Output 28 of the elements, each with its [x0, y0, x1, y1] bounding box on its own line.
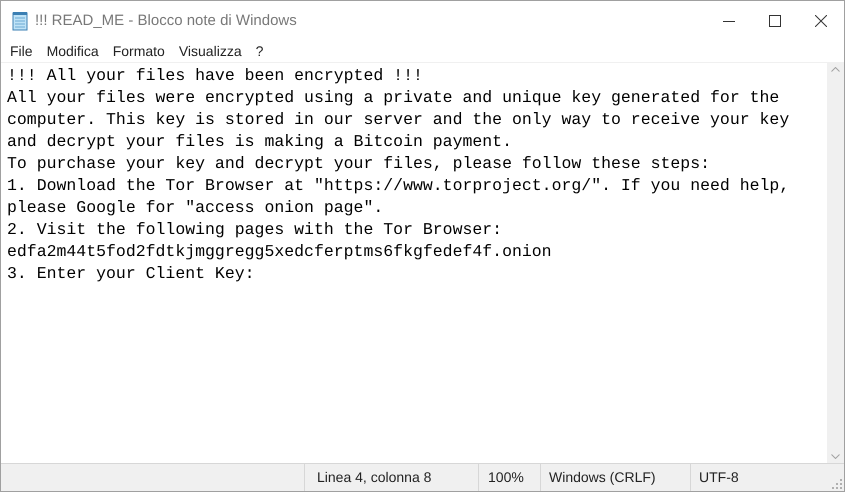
vertical-scrollbar[interactable] — [827, 63, 844, 463]
text-line: computer. This key is stored in our server and the only way to receive your key — [7, 109, 790, 131]
zoom-level: 100% — [488, 468, 524, 487]
encoding: UTF-8 — [699, 468, 739, 487]
line-endings: Windows (CRLF) — [549, 468, 656, 487]
menu-item[interactable]: Modifica — [40, 41, 106, 62]
scroll-down-icon — [831, 454, 840, 459]
resize-grip-icon[interactable] — [832, 479, 842, 489]
text-line: 2. Visit the following pages with the Tor Browser: — [7, 219, 502, 241]
scroll-up-icon — [831, 67, 840, 72]
text-line: edfa2m44t5fod2fdtkjmggregg5xedcferptms6fkgfedef4f.onion — [7, 241, 552, 263]
minimize-icon — [723, 20, 735, 22]
notepad-icon — [11, 11, 29, 31]
text-line: 1. Download the Tor Browser at "https://www.torproject.org/". If you need help, — [7, 175, 790, 197]
maximize-icon — [769, 15, 781, 27]
text-line: please Google for "access onion page". — [7, 197, 384, 219]
cursor-position: Linea 4, colonna 8 — [317, 468, 432, 487]
close-icon — [815, 15, 827, 27]
menu-item[interactable]: ? — [248, 41, 270, 62]
menu-item[interactable]: Visualizza — [172, 41, 249, 62]
text-line: and decrypt your files is making a Bitcoin payment. — [7, 131, 512, 153]
menu-item[interactable]: Formato — [106, 41, 172, 62]
window-title: !!! READ_ME - Blocco note di Windows — [35, 10, 297, 31]
text-line: !!! All your files have been encrypted !!! — [7, 65, 423, 87]
menu-item[interactable]: File — [3, 41, 40, 62]
text-line: All your files were encrypted using a private and unique key generated for the — [7, 87, 780, 109]
text-line: 3. Enter your Client Key: — [7, 263, 255, 285]
text-line: To purchase your key and decrypt your files, please follow these steps: — [7, 153, 710, 175]
